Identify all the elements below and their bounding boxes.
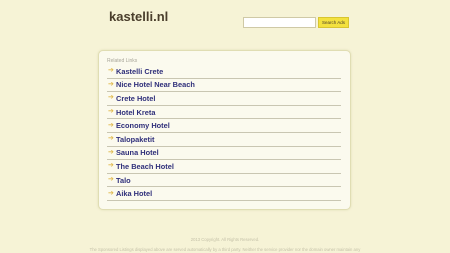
list-item[interactable]: ➔ Kastelli Crete — [107, 65, 341, 79]
link-label[interactable]: Hotel Kreta — [116, 108, 155, 117]
search-ads-button[interactable]: Search Ads — [318, 16, 349, 28]
arrow-right-icon: ➔ — [108, 67, 114, 75]
list-item[interactable]: ➔ Sauna Hotel — [107, 147, 341, 161]
search-form: Search Ads — [243, 16, 349, 28]
related-links-panel: Related Links ➔ Kastelli Crete ➔ Nice Ho… — [98, 50, 351, 210]
list-item[interactable]: ➔ Talo — [107, 174, 341, 188]
arrow-right-icon: ➔ — [108, 148, 114, 156]
arrow-right-icon: ➔ — [108, 80, 114, 88]
link-label[interactable]: Talopaketit — [116, 135, 154, 144]
arrow-right-icon: ➔ — [108, 121, 114, 129]
list-item[interactable]: ➔ The Beach Hotel — [107, 160, 341, 174]
link-label[interactable]: Crete Hotel — [116, 94, 155, 103]
link-label[interactable]: The Beach Hotel — [116, 162, 174, 171]
list-item[interactable]: ➔ Talopaketit — [107, 133, 341, 147]
link-label[interactable]: Nice Hotel Near Beach — [116, 80, 195, 89]
site-title[interactable]: kastelli.nl — [109, 9, 168, 24]
link-label[interactable]: Kastelli Crete — [116, 67, 163, 76]
arrow-right-icon: ➔ — [108, 189, 114, 197]
arrow-right-icon: ➔ — [108, 135, 114, 143]
search-input[interactable] — [243, 16, 316, 28]
arrow-right-icon: ➔ — [108, 162, 114, 170]
list-item[interactable]: ➔ Hotel Kreta — [107, 106, 341, 120]
related-links-list: ➔ Kastelli Crete ➔ Nice Hotel Near Beach… — [107, 65, 341, 201]
disclaimer-text: The Sponsored Listings displayed above a… — [89, 247, 361, 252]
parked-domain-page: kastelli.nl Search Ads Related Links ➔ K… — [0, 0, 450, 253]
arrow-right-icon: ➔ — [108, 176, 114, 184]
list-item[interactable]: ➔ Crete Hotel — [107, 92, 341, 106]
list-item[interactable]: ➔ Aika Hotel — [107, 187, 341, 201]
copyright-text: 2013 Copyright. All Rights Reserved. — [190, 237, 260, 242]
arrow-right-icon: ➔ — [108, 94, 114, 102]
list-item[interactable]: ➔ Economy Hotel — [107, 119, 341, 133]
list-item[interactable]: ➔ Nice Hotel Near Beach — [107, 79, 341, 93]
link-label[interactable]: Economy Hotel — [116, 121, 170, 130]
link-label[interactable]: Aika Hotel — [116, 189, 152, 198]
link-label[interactable]: Sauna Hotel — [116, 148, 159, 157]
related-links-heading: Related Links — [107, 58, 138, 64]
link-label[interactable]: Talo — [116, 176, 131, 185]
arrow-right-icon: ➔ — [108, 108, 114, 116]
